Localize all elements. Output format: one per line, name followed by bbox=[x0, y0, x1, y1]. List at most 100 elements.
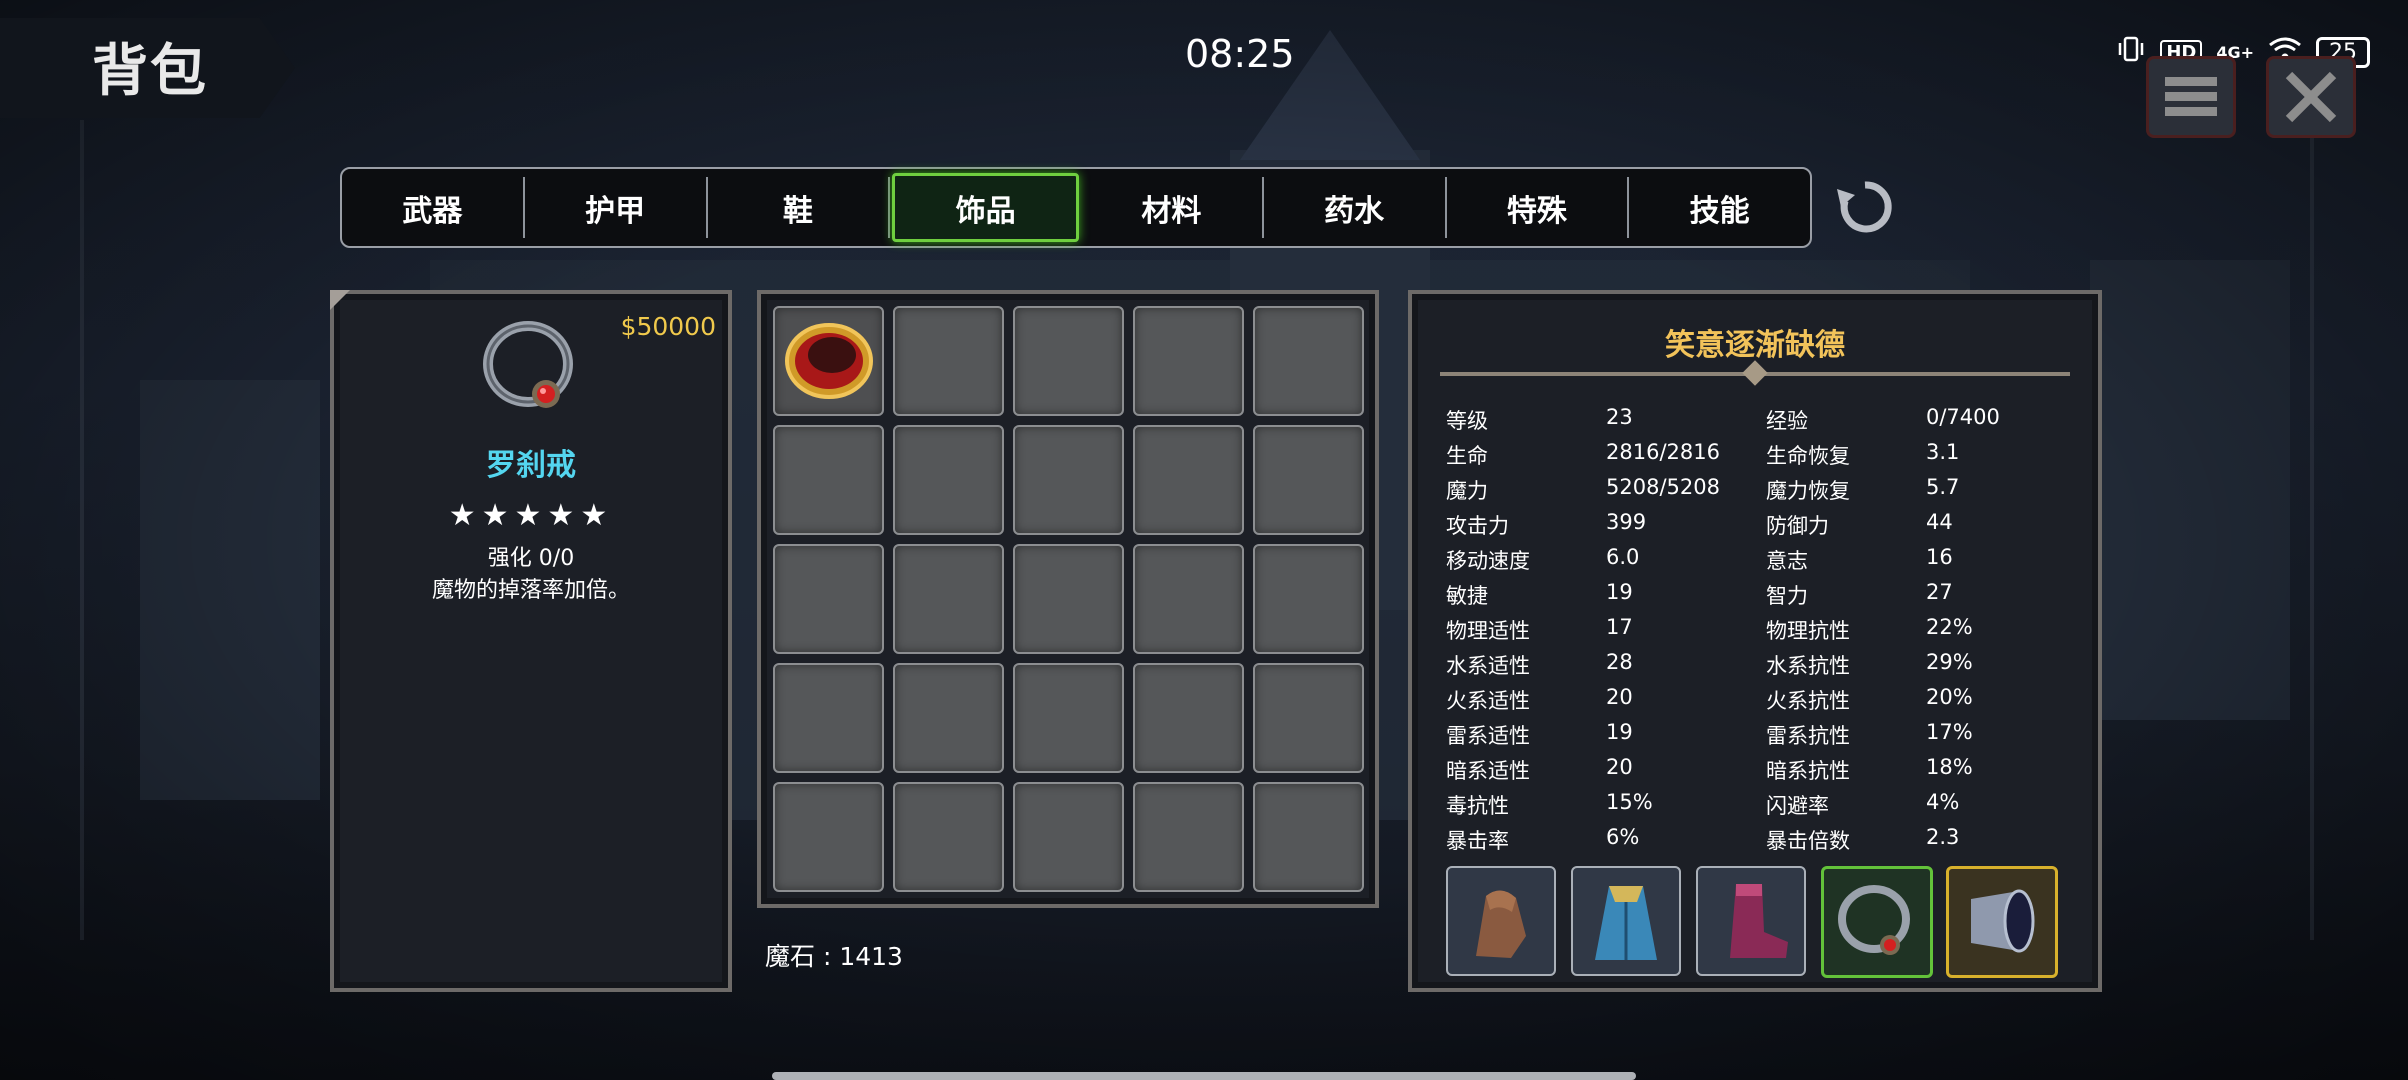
blue-robe-icon bbox=[1595, 886, 1657, 960]
frame-ornament-left bbox=[80, 120, 108, 940]
inventory-slot[interactable] bbox=[1133, 544, 1244, 654]
stat-label: 雷系适性 bbox=[1446, 724, 1530, 748]
stat-value: 19 bbox=[1606, 580, 1633, 604]
stat-label: 火系抗性 bbox=[1766, 689, 1850, 713]
stat-value: 20% bbox=[1926, 685, 1973, 709]
inventory-panel bbox=[757, 290, 1379, 908]
tab-materials[interactable]: 材料 bbox=[1081, 177, 1264, 238]
stat-label: 等级 bbox=[1446, 409, 1488, 433]
stat-row: 雷系适性 19 雷系抗性 17% bbox=[1446, 720, 2066, 755]
gold-ring-icon bbox=[785, 323, 873, 399]
leather-glove-icon bbox=[1476, 890, 1526, 958]
stat-label: 防御力 bbox=[1766, 514, 1829, 538]
inventory-slot[interactable] bbox=[893, 425, 1004, 535]
equipment-slot[interactable] bbox=[1696, 866, 1806, 976]
frame-ornament-right bbox=[2310, 120, 2338, 940]
stat-value: 16 bbox=[1926, 545, 1953, 569]
tab-accessory[interactable]: 饰品 bbox=[892, 173, 1079, 242]
inventory-slot[interactable] bbox=[1253, 544, 1364, 654]
tab-special[interactable]: 特殊 bbox=[1447, 177, 1630, 238]
stat-label: 暴击倍数 bbox=[1766, 829, 1850, 853]
stat-value: 17% bbox=[1926, 720, 1973, 744]
panel-corner bbox=[330, 290, 350, 310]
tab-potions[interactable]: 药水 bbox=[1264, 177, 1447, 238]
stat-value: 17 bbox=[1606, 615, 1633, 639]
magic-stone-count: 魔石 : 1413 bbox=[765, 942, 903, 971]
stat-value: 399 bbox=[1606, 510, 1647, 534]
inventory-slot[interactable] bbox=[1013, 663, 1124, 773]
inventory-slot[interactable] bbox=[1133, 663, 1244, 773]
equipment-slot[interactable] bbox=[1446, 866, 1556, 976]
stat-label: 移动速度 bbox=[1446, 549, 1530, 573]
stat-value: 29% bbox=[1926, 650, 1973, 674]
tab-skills[interactable]: 技能 bbox=[1629, 177, 1810, 238]
metal-bracer-icon bbox=[1971, 889, 2035, 953]
stat-row: 暴击率 6% 暴击倍数 2.3 bbox=[1446, 825, 2066, 860]
stat-row: 敏捷 19 智力 27 bbox=[1446, 580, 2066, 615]
stat-label: 敏捷 bbox=[1446, 584, 1488, 608]
equipment-slot[interactable] bbox=[1821, 866, 1933, 978]
stat-row: 暗系适性 20 暗系抗性 18% bbox=[1446, 755, 2066, 790]
inventory-slot[interactable] bbox=[773, 782, 884, 892]
stat-row: 攻击力 399 防御力 44 bbox=[1446, 510, 2066, 545]
stat-label: 毒抗性 bbox=[1446, 794, 1509, 818]
stat-value: 18% bbox=[1926, 755, 1973, 779]
stat-label: 意志 bbox=[1766, 549, 1808, 573]
equipment-slot[interactable] bbox=[1946, 866, 2058, 978]
inventory-slot[interactable] bbox=[1133, 782, 1244, 892]
inventory-slot[interactable] bbox=[893, 306, 1004, 416]
stat-value: 19 bbox=[1606, 720, 1633, 744]
menu-icon bbox=[2165, 77, 2217, 116]
stat-value: 2.3 bbox=[1926, 825, 1960, 849]
purple-boot-icon bbox=[1730, 884, 1788, 958]
stat-row: 生命 2816/2816 生命恢复 3.1 bbox=[1446, 440, 2066, 475]
inventory-grid bbox=[773, 306, 1364, 892]
stat-label: 暗系适性 bbox=[1446, 759, 1530, 783]
stat-value: 23 bbox=[1606, 405, 1633, 429]
home-indicator[interactable] bbox=[772, 1072, 1636, 1080]
inventory-slot[interactable] bbox=[1133, 425, 1244, 535]
stat-row: 等级 23 经验 0/7400 bbox=[1446, 405, 2066, 440]
inventory-slot[interactable] bbox=[1013, 306, 1124, 416]
close-button[interactable] bbox=[2266, 56, 2356, 138]
inventory-slot[interactable] bbox=[773, 306, 884, 416]
inventory-slot[interactable] bbox=[773, 544, 884, 654]
inventory-slot[interactable] bbox=[773, 663, 884, 773]
inventory-slot[interactable] bbox=[893, 663, 1004, 773]
stat-value: 2816/2816 bbox=[1606, 440, 1720, 464]
page-title: 背包 bbox=[92, 39, 208, 104]
inventory-slot[interactable] bbox=[1253, 782, 1364, 892]
inventory-slot[interactable] bbox=[893, 782, 1004, 892]
close-icon bbox=[2285, 71, 2337, 123]
item-enhance-level: 强化 0/0 bbox=[487, 546, 575, 571]
stat-value: 3.1 bbox=[1926, 440, 1960, 464]
item-price: $50000 bbox=[620, 312, 716, 341]
tab-weapon[interactable]: 武器 bbox=[342, 177, 525, 238]
inventory-slot[interactable] bbox=[1253, 425, 1364, 535]
tab-shoes[interactable]: 鞋 bbox=[708, 177, 891, 238]
inventory-slot[interactable] bbox=[1013, 782, 1124, 892]
stat-value: 0/7400 bbox=[1926, 405, 2000, 429]
stat-row: 火系适性 20 火系抗性 20% bbox=[1446, 685, 2066, 720]
menu-button[interactable] bbox=[2146, 56, 2236, 138]
stat-label: 魔力恢复 bbox=[1766, 479, 1850, 503]
inventory-slot[interactable] bbox=[1133, 306, 1244, 416]
refresh-button[interactable] bbox=[1830, 172, 1900, 242]
stat-row: 水系适性 28 水系抗性 29% bbox=[1446, 650, 2066, 685]
character-name: 笑意逐渐缺德 bbox=[1665, 328, 1845, 363]
inventory-slot[interactable] bbox=[1253, 663, 1364, 773]
stat-value: 5.7 bbox=[1926, 475, 1960, 499]
stat-label: 智力 bbox=[1766, 584, 1808, 608]
inventory-slot[interactable] bbox=[1253, 306, 1364, 416]
stat-label: 攻击力 bbox=[1446, 514, 1509, 538]
vibrate-icon bbox=[2116, 34, 2146, 70]
inventory-slot[interactable] bbox=[893, 544, 1004, 654]
stat-value: 27 bbox=[1926, 580, 1953, 604]
inventory-slot[interactable] bbox=[1013, 425, 1124, 535]
equipment-slot[interactable] bbox=[1571, 866, 1681, 976]
tab-armor[interactable]: 护甲 bbox=[525, 177, 708, 238]
inventory-slot[interactable] bbox=[773, 425, 884, 535]
inventory-slot[interactable] bbox=[1013, 544, 1124, 654]
stat-label: 经验 bbox=[1766, 409, 1808, 433]
stat-value: 28 bbox=[1606, 650, 1633, 674]
